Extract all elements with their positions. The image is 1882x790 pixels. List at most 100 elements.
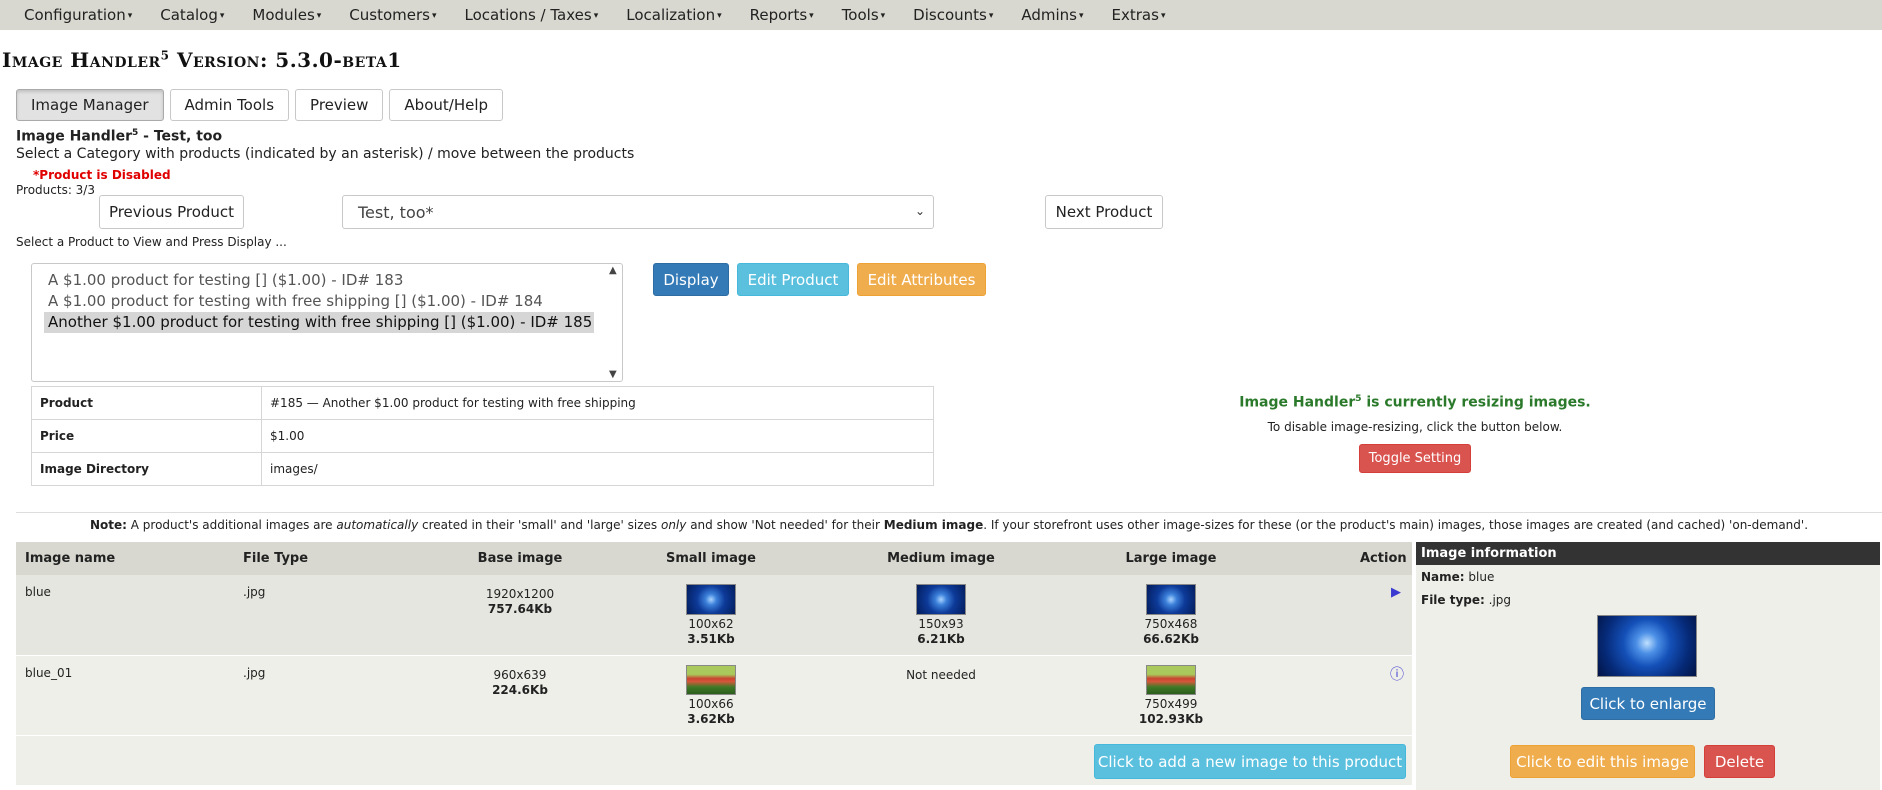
add-new-image-button[interactable]: Click to add a new image to this product xyxy=(1094,744,1406,779)
header-small-image: Small image xyxy=(665,551,757,566)
menu-customers[interactable]: Customers ▾ xyxy=(349,6,436,24)
image-row-blue[interactable]: blue .jpg 1920x1200 757.64Kb 100x62 3.51… xyxy=(16,575,1412,655)
info-icon[interactable]: ⓘ xyxy=(1390,664,1404,684)
caret-down-icon: ▾ xyxy=(880,11,886,21)
large-dimensions: 750x468 xyxy=(1144,617,1198,631)
next-product-button[interactable]: Next Product xyxy=(1045,195,1163,229)
edit-attributes-button[interactable]: Edit Attributes xyxy=(857,263,986,296)
caret-down-icon: ▾ xyxy=(127,11,133,21)
caret-down-icon: ▾ xyxy=(1079,11,1084,21)
image-info-name: Name: blue xyxy=(1421,570,1495,584)
menu-reports[interactable]: Reports ▾ xyxy=(750,6,814,24)
product-option-184[interactable]: A $1.00 product for testing with free sh… xyxy=(44,291,594,312)
info-label: Price xyxy=(31,419,262,453)
note-text: Note: A product's additional images are … xyxy=(16,512,1882,532)
header-medium-image: Medium image xyxy=(887,551,995,566)
small-size: 3.51Kb xyxy=(687,632,735,646)
base-image-cell: 1920x1200 757.64Kb xyxy=(440,585,600,616)
menu-catalog[interactable]: Catalog ▾ xyxy=(160,6,224,24)
tab-admin-tools[interactable]: Admin Tools xyxy=(169,89,290,121)
large-dimensions: 750x499 xyxy=(1144,697,1198,711)
product-info-row-price: Price $1.00 xyxy=(31,419,934,453)
info-label: Image Directory xyxy=(31,452,262,486)
edit-product-button[interactable]: Edit Product xyxy=(737,263,849,296)
page-title: Image Handler5 Version: 5.3.0-beta1 xyxy=(2,48,402,72)
small-thumbnail[interactable] xyxy=(686,584,736,615)
edit-image-button[interactable]: Click to edit this image xyxy=(1510,745,1695,778)
menu-localization[interactable]: Localization ▾ xyxy=(626,6,721,24)
product-listbox[interactable]: A $1.00 product for testing [] ($1.00) -… xyxy=(31,263,623,382)
info-value: images/ xyxy=(261,452,934,486)
large-image-cell: 750x468 66.62Kb xyxy=(1091,584,1251,646)
toggle-setting-button[interactable]: Toggle Setting xyxy=(1359,444,1471,473)
base-size: 757.64Kb xyxy=(487,602,553,616)
menu-tools[interactable]: Tools ▾ xyxy=(842,6,885,24)
medium-dimensions: 150x93 xyxy=(918,617,964,631)
category-select[interactable]: Test, too* ⌄ xyxy=(342,195,934,229)
base-dimensions: 960x639 xyxy=(493,668,547,682)
image-name: blue_01 xyxy=(25,666,73,680)
info-value: $1.00 xyxy=(261,419,934,453)
file-type: .jpg xyxy=(243,585,266,599)
small-thumbnail[interactable] xyxy=(686,665,736,695)
image-preview-thumbnail[interactable] xyxy=(1597,615,1697,677)
small-dimensions: 100x62 xyxy=(688,617,734,631)
caret-down-icon: ▾ xyxy=(988,11,994,21)
header-base-image: Base image xyxy=(477,551,563,566)
large-image-cell: 750x499 102.93Kb xyxy=(1091,665,1251,726)
header-file-type: File Type xyxy=(243,551,309,566)
product-info-table: Product #185 — Another $1.00 product for… xyxy=(31,386,934,486)
caret-down-icon: ▾ xyxy=(1160,11,1166,21)
medium-image-cell: Not needed xyxy=(861,666,1021,682)
base-image-cell: 960x639 224.6Kb xyxy=(440,666,600,697)
tab-bar: Image Manager Admin Tools Preview About/… xyxy=(16,89,504,121)
section-heading: Image Handler5 - Test, too xyxy=(16,128,223,145)
instruction-text: Select a Category with products (indicat… xyxy=(16,146,635,162)
product-option-185[interactable]: Another $1.00 product for testing with f… xyxy=(44,312,594,333)
menu-admins[interactable]: Admins ▾ xyxy=(1021,6,1083,24)
base-size: 224.6Kb xyxy=(492,683,548,697)
resize-hint-text: To disable image-resizing, click the but… xyxy=(1267,420,1563,434)
image-information-header: Image information xyxy=(1416,542,1880,565)
menu-locations-taxes[interactable]: Locations / Taxes ▾ xyxy=(465,6,599,24)
small-image-cell: 100x62 3.51Kb xyxy=(631,584,791,646)
caret-down-icon: ▾ xyxy=(593,11,599,21)
delete-image-button[interactable]: Delete xyxy=(1704,745,1775,778)
products-count: Products: 3/3 xyxy=(16,183,95,197)
image-row-blue-01[interactable]: blue_01 .jpg 960x639 224.6Kb 100x66 3.62… xyxy=(16,655,1412,735)
header-image-name: Image name xyxy=(25,551,116,566)
base-dimensions: 1920x1200 xyxy=(485,587,555,601)
menu-discounts[interactable]: Discounts ▾ xyxy=(913,6,993,24)
medium-thumbnail[interactable] xyxy=(916,584,966,615)
menu-modules[interactable]: Modules ▾ xyxy=(252,6,321,24)
previous-product-button[interactable]: Previous Product xyxy=(99,195,244,229)
scroll-down-icon[interactable]: ▼ xyxy=(609,369,617,380)
display-button[interactable]: Display xyxy=(653,263,729,296)
menu-configuration[interactable]: Configuration ▾ xyxy=(24,6,132,24)
top-menu-bar: Configuration ▾ Catalog ▾ Modules ▾ Custome… xyxy=(0,0,1882,30)
scroll-up-icon[interactable]: ▲ xyxy=(609,265,617,276)
product-option-183[interactable]: A $1.00 product for testing [] ($1.00) -… xyxy=(44,270,594,291)
large-thumbnail[interactable] xyxy=(1146,665,1196,695)
menu-extras[interactable]: Extras ▾ xyxy=(1112,6,1166,24)
caret-down-icon: ▾ xyxy=(717,11,722,21)
large-size: 102.93Kb xyxy=(1138,712,1204,726)
chevron-down-icon: ⌄ xyxy=(914,204,925,218)
caret-down-icon: ▾ xyxy=(316,11,322,21)
file-type: .jpg xyxy=(243,666,266,680)
resize-status-text: Image Handler5 is currently resizing ima… xyxy=(1239,394,1591,411)
category-select-value: Test, too* xyxy=(358,202,434,222)
selected-arrow-icon[interactable]: ▶ xyxy=(1391,585,1401,600)
click-to-enlarge-button[interactable]: Click to enlarge xyxy=(1581,687,1715,720)
large-thumbnail[interactable] xyxy=(1146,584,1196,615)
tab-preview[interactable]: Preview xyxy=(295,89,384,121)
image-information-panel: Image information Name: blue File type: … xyxy=(1416,542,1880,790)
medium-image-cell: 150x93 6.21Kb xyxy=(861,584,1021,646)
tab-image-manager[interactable]: Image Manager xyxy=(16,89,164,121)
info-value: #185 — Another $1.00 product for testing… xyxy=(261,386,934,420)
info-label: Product xyxy=(31,386,262,420)
small-dimensions: 100x66 xyxy=(688,697,734,711)
caret-down-icon: ▾ xyxy=(219,11,225,21)
tab-about-help[interactable]: About/Help xyxy=(389,89,504,121)
listbox-scrollbar[interactable]: ▲ ▼ xyxy=(606,264,622,381)
